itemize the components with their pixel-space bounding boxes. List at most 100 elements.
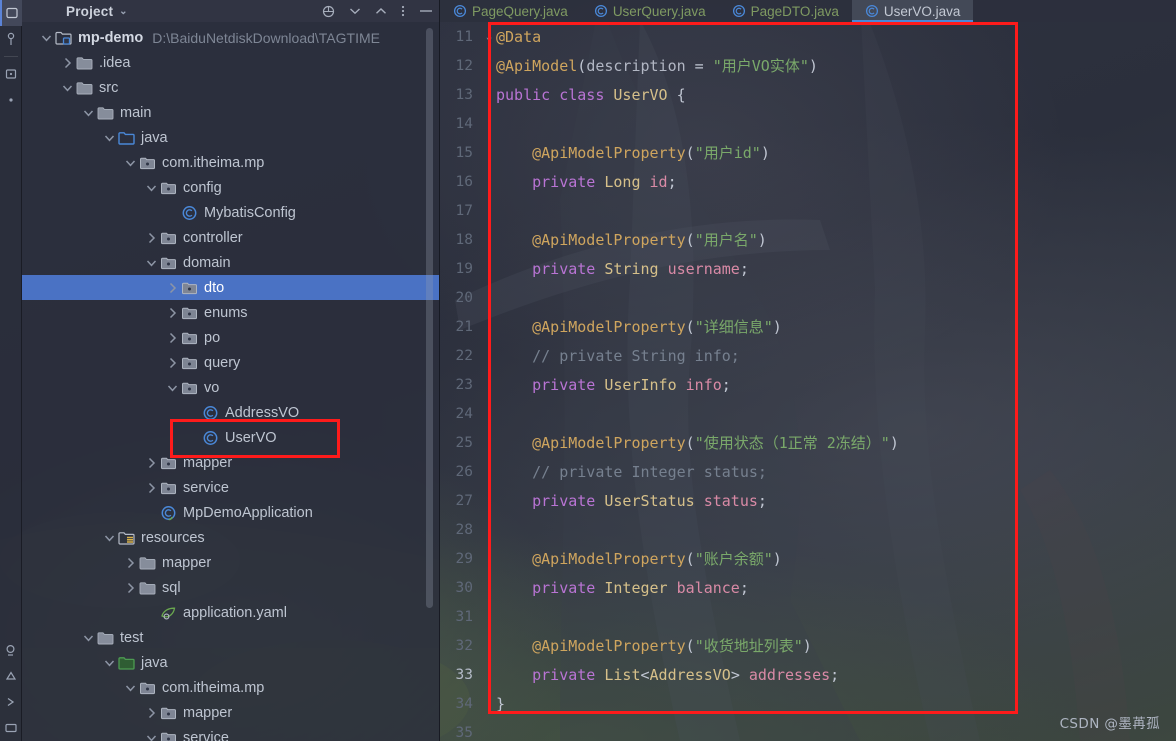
editor-tab-pagedto-java[interactable]: PageDTO.java (719, 0, 852, 22)
rail-item-3[interactable] (0, 87, 22, 113)
chevron-down-icon[interactable] (143, 730, 159, 741)
chevron-down-icon[interactable] (122, 680, 138, 696)
tree-row-service[interactable]: service (22, 725, 439, 741)
rail-item-0[interactable] (0, 0, 22, 26)
rail-item-5[interactable] (0, 663, 22, 689)
chevron-right-icon[interactable] (143, 480, 159, 496)
chevron-right-icon[interactable] (59, 55, 75, 71)
tree-row-mp-demo[interactable]: mp-demo D:\BaiduNetdiskDownload\TAGTIME (22, 25, 439, 50)
tree-row-java[interactable]: java (22, 650, 439, 675)
chevron-down-icon[interactable] (38, 30, 54, 46)
code-line[interactable]: 33 private List<AddressVO> addresses; (440, 660, 1176, 689)
project-tree-scrollbar[interactable] (426, 28, 433, 608)
code-line[interactable]: 15 @ApiModelProperty("用户id") (440, 138, 1176, 167)
select-opened-file-icon[interactable] (322, 5, 335, 18)
tree-row-service[interactable]: service (22, 475, 439, 500)
code-line[interactable]: 26 // private Integer status; (440, 457, 1176, 486)
code-line[interactable]: 18 @ApiModelProperty("用户名") (440, 225, 1176, 254)
tree-row-addressvo[interactable]: AddressVO (22, 400, 439, 425)
hide-panel-icon[interactable] (419, 9, 433, 13)
chevron-right-icon[interactable] (122, 555, 138, 571)
tree-row-po[interactable]: po (22, 325, 439, 350)
tree-row-query[interactable]: query (22, 350, 439, 375)
code-line[interactable]: 22 // private String info; (440, 341, 1176, 370)
editor-tab-userquery-java[interactable]: UserQuery.java (581, 0, 719, 22)
options-menu-icon[interactable] (401, 4, 405, 18)
tree-row-com-itheima-mp[interactable]: com.itheima.mp (22, 150, 439, 175)
code-line[interactable]: 32 @ApiModelProperty("收货地址列表") (440, 631, 1176, 660)
code-line[interactable]: 23 private UserInfo info; (440, 370, 1176, 399)
code-line[interactable]: 20 (440, 283, 1176, 312)
tree-row--idea[interactable]: .idea (22, 50, 439, 75)
editor-tab-pagequery-java[interactable]: PageQuery.java (440, 0, 581, 22)
project-tree[interactable]: mp-demo D:\BaiduNetdiskDownload\TAGTIME .i… (22, 22, 439, 741)
code-line[interactable]: 17 (440, 196, 1176, 225)
code-line[interactable]: 13 public class UserVO { (440, 80, 1176, 109)
chevron-down-icon[interactable] (59, 80, 75, 96)
chevron-down-icon[interactable] (143, 180, 159, 196)
chevron-down-icon[interactable] (80, 630, 96, 646)
code-line[interactable]: 25 @ApiModelProperty("使用状态（1正常 2冻结）") (440, 428, 1176, 457)
chevron-right-icon[interactable] (164, 305, 180, 321)
code-line[interactable]: 29 @ApiModelProperty("账户余额") (440, 544, 1176, 573)
code-line[interactable]: 14 (440, 109, 1176, 138)
chevron-right-icon[interactable] (143, 230, 159, 246)
code-editor[interactable]: 11 ⌄ @Data 12 @ApiModel(description = "用户VO实… (440, 22, 1176, 741)
chevron-down-icon[interactable] (101, 655, 117, 671)
chevron-down-icon[interactable] (80, 105, 96, 121)
tree-row-application-yaml[interactable]: application.yaml (22, 600, 439, 625)
code-line[interactable]: 24 (440, 399, 1176, 428)
code-line[interactable]: 27 private UserStatus status; (440, 486, 1176, 515)
chevron-down-icon[interactable] (164, 380, 180, 396)
chevron-down-icon[interactable] (101, 130, 117, 146)
tree-row-config[interactable]: config (22, 175, 439, 200)
tree-row-mapper[interactable]: mapper (22, 550, 439, 575)
chevron-right-icon[interactable] (143, 455, 159, 471)
chevron-right-icon[interactable] (164, 330, 180, 346)
code-line[interactable]: 21 @ApiModelProperty("详细信息") (440, 312, 1176, 341)
chevron-down-icon[interactable] (143, 255, 159, 271)
tree-row-mapper[interactable]: mapper (22, 450, 439, 475)
tree-row-enums[interactable]: enums (22, 300, 439, 325)
code-line[interactable]: 11 ⌄ @Data (440, 22, 1176, 51)
code-line[interactable]: 16 private Long id; (440, 167, 1176, 196)
tree-row-mybatisconfig[interactable]: MybatisConfig (22, 200, 439, 225)
code-token: "用户id" (694, 144, 761, 162)
code-line[interactable]: 31 (440, 602, 1176, 631)
tree-row-com-itheima-mp[interactable]: com.itheima.mp (22, 675, 439, 700)
chevron-right-icon[interactable] (164, 280, 180, 296)
tree-row-domain[interactable]: domain (22, 250, 439, 275)
rail-item-6[interactable] (0, 689, 22, 715)
tree-row-dto[interactable]: dto (22, 275, 439, 300)
rail-item-2[interactable] (0, 61, 22, 87)
chevron-right-icon[interactable] (143, 705, 159, 721)
code-line[interactable]: 12 @ApiModel(description = "用户VO实体") (440, 51, 1176, 80)
tree-row-resources[interactable]: resources (22, 525, 439, 550)
chevron-down-icon[interactable] (101, 530, 117, 546)
tree-row-src[interactable]: src (22, 75, 439, 100)
tree-row-mapper[interactable]: mapper (22, 700, 439, 725)
tree-row-java[interactable]: java (22, 125, 439, 150)
tree-row-main[interactable]: main (22, 100, 439, 125)
chevron-down-icon[interactable]: ⌄ (119, 6, 127, 17)
editor-tab-uservo-java[interactable]: UserVO.java (851, 0, 974, 22)
rail-item-7[interactable] (0, 715, 22, 741)
chevron-right-icon[interactable] (164, 355, 180, 371)
code-fold-chevron-down-icon[interactable]: ⌄ (482, 30, 496, 43)
chevron-down-icon[interactable] (122, 155, 138, 171)
editor-tab-bar[interactable]: PageQuery.java UserQuery.java PageDTO.java… (440, 0, 1176, 22)
code-line[interactable]: 19 private String username; (440, 254, 1176, 283)
expand-all-icon[interactable] (349, 7, 361, 15)
tree-row-sql[interactable]: sql (22, 575, 439, 600)
rail-item-1[interactable] (0, 26, 22, 52)
rail-item-4[interactable] (0, 637, 22, 663)
chevron-right-icon[interactable] (122, 580, 138, 596)
tree-row-controller[interactable]: controller (22, 225, 439, 250)
tree-row-uservo[interactable]: UserVO (22, 425, 439, 450)
code-line[interactable]: 28 (440, 515, 1176, 544)
collapse-all-icon[interactable] (375, 7, 387, 15)
code-line[interactable]: 30 private Integer balance; (440, 573, 1176, 602)
tree-row-mpdemoapplication[interactable]: MpDemoApplication (22, 500, 439, 525)
tree-row-test[interactable]: test (22, 625, 439, 650)
tree-row-vo[interactable]: vo (22, 375, 439, 400)
